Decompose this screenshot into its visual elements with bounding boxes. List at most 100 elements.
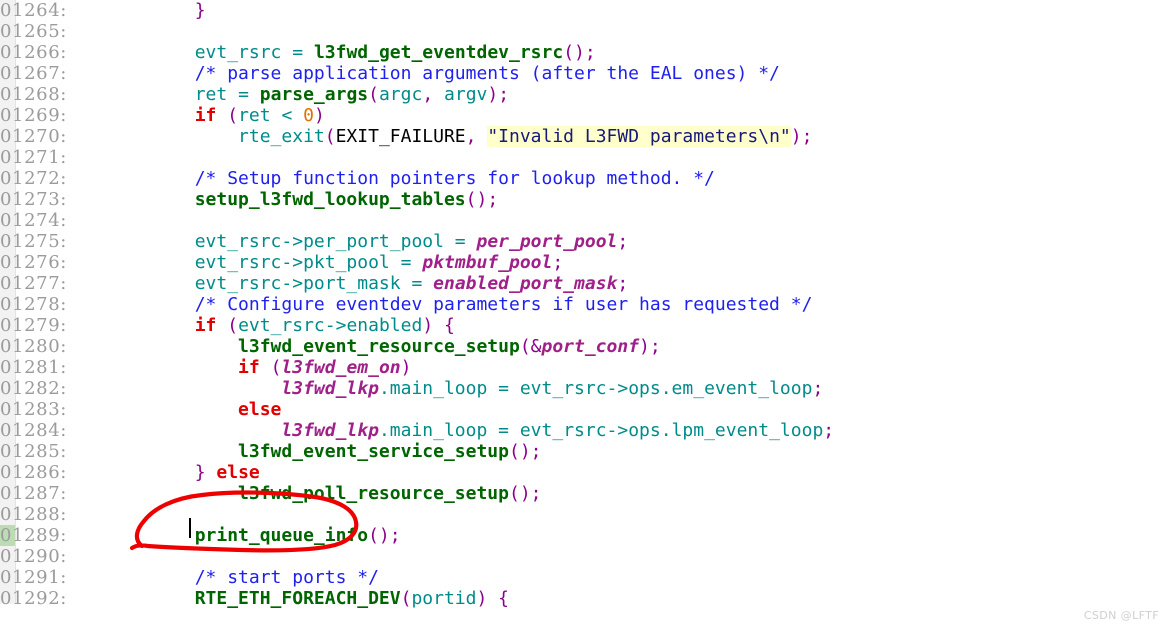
- code-text[interactable]: l3fwd_event_resource_setup(&port_conf);: [108, 336, 661, 357]
- code-line[interactable]: 01273: setup_l3fwd_lookup_tables();: [0, 189, 1167, 210]
- line-number: 01281:: [0, 357, 67, 378]
- code-text[interactable]: else: [108, 399, 281, 420]
- code-line[interactable]: 01292: RTE_ETH_FOREACH_DEV(portid) {: [0, 588, 1167, 609]
- code-line[interactable]: 01265:: [0, 21, 1167, 42]
- token-punc: ,: [465, 126, 477, 147]
- code-line[interactable]: 01277: evt_rsrc->port_mask = enabled_por…: [0, 273, 1167, 294]
- code-text[interactable]: /* Setup function pointers for lookup me…: [108, 168, 715, 189]
- line-number: 01279:: [0, 315, 67, 336]
- code-line-list[interactable]: 01264: } 01265: 01266: evt_rsrc = l3fwd_ge…: [0, 0, 1167, 609]
- code-line[interactable]: 01282: l3fwd_lkp.main_loop = evt_rsrc->o…: [0, 378, 1167, 399]
- token-var: =: [292, 42, 304, 63]
- code-line[interactable]: 01278: /* Configure eventdev parameters …: [0, 294, 1167, 315]
- token-num: 0: [303, 105, 314, 126]
- code-text[interactable]: /* Configure eventdev parameters if user…: [108, 294, 813, 315]
- code-line[interactable]: 01271:: [0, 147, 1167, 168]
- code-line[interactable]: 01284: l3fwd_lkp.main_loop = evt_rsrc->o…: [0, 420, 1167, 441]
- code-text[interactable]: if (ret < 0): [108, 105, 325, 126]
- token-func: RTE_ETH_FOREACH_DEV: [194, 588, 401, 609]
- code-line[interactable]: 01274:: [0, 210, 1167, 231]
- line-number: 01270:: [0, 126, 67, 147]
- code-line[interactable]: 01280: l3fwd_event_resource_setup(&port_…: [0, 336, 1167, 357]
- code-text[interactable]: evt_rsrc = l3fwd_get_eventdev_rsrc();: [108, 42, 596, 63]
- code-line[interactable]: 01276: evt_rsrc->pkt_pool = pktmbuf_pool…: [0, 252, 1167, 273]
- code-line[interactable]: 01272: /* Setup function pointers for lo…: [0, 168, 1167, 189]
- code-text[interactable]: l3fwd_lkp.main_loop = evt_rsrc->ops.em_e…: [108, 378, 823, 399]
- line-number: 01273:: [0, 189, 67, 210]
- code-line[interactable]: 01270: rte_exit(EXIT_FAILURE, "Invalid L…: [0, 126, 1167, 147]
- code-line[interactable]: 01291: /* start ports */: [0, 567, 1167, 588]
- code-line[interactable]: 01267: /* parse application arguments (a…: [0, 63, 1167, 84]
- token-punc: ): [476, 588, 488, 609]
- token-var: evt_rsrc->ops.lpm_event_loop: [519, 420, 824, 441]
- line-number: 01266:: [0, 42, 67, 63]
- code-text[interactable]: l3fwd_poll_resource_setup();: [108, 483, 541, 504]
- code-line[interactable]: 01264: }: [0, 0, 1167, 21]
- code-text[interactable]: } else: [108, 462, 260, 483]
- code-text[interactable]: print_queue_info();: [108, 525, 401, 546]
- token-var: =: [400, 252, 412, 273]
- token-func: l3fwd_event_resource_setup: [238, 336, 520, 357]
- line-number: 01292:: [0, 588, 67, 609]
- token-punc: (: [227, 105, 239, 126]
- code-text[interactable]: }: [108, 0, 206, 21]
- code-text[interactable]: evt_rsrc->per_port_pool = per_port_pool;: [108, 231, 629, 252]
- code-text[interactable]: /* parse application arguments (after th…: [108, 63, 780, 84]
- code-text[interactable]: /* start ports */: [108, 567, 379, 588]
- token-key: else: [238, 399, 282, 420]
- code-text[interactable]: rte_exit(EXIT_FAILURE, "Invalid L3FWD pa…: [108, 126, 812, 147]
- token-func: setup_l3fwd_lookup_tables: [194, 189, 466, 210]
- token-punc: }: [194, 0, 206, 21]
- token-punc: ;: [617, 273, 629, 294]
- code-line[interactable]: 01269: if (ret < 0): [0, 105, 1167, 126]
- token-punc: ;: [812, 378, 824, 399]
- token-punc: ): [422, 315, 434, 336]
- code-line[interactable]: 01275: evt_rsrc->per_port_pool = per_por…: [0, 231, 1167, 252]
- code-line[interactable]: 01281: if (l3fwd_em_on): [0, 357, 1167, 378]
- code-text[interactable]: ret = parse_args(argc, argv);: [108, 84, 509, 105]
- code-text[interactable]: RTE_ETH_FOREACH_DEV(portid) {: [108, 588, 509, 609]
- token-comment: /* Configure eventdev parameters if user…: [194, 294, 813, 315]
- code-text[interactable]: if (l3fwd_em_on): [108, 357, 411, 378]
- token-punc: );: [487, 84, 510, 105]
- code-text[interactable]: setup_l3fwd_lookup_tables();: [108, 189, 498, 210]
- code-line[interactable]: 01268: ret = parse_args(argc, argv);: [0, 84, 1167, 105]
- line-number: 01280:: [0, 336, 67, 357]
- code-text[interactable]: evt_rsrc->pkt_pool = pktmbuf_pool;: [108, 252, 564, 273]
- code-line[interactable]: 01266: evt_rsrc = l3fwd_get_eventdev_rsr…: [0, 42, 1167, 63]
- token-punc: {: [444, 315, 455, 336]
- code-line[interactable]: 01287: l3fwd_poll_resource_setup();: [0, 483, 1167, 504]
- code-line[interactable]: 01283: else: [0, 399, 1167, 420]
- code-line[interactable]: 01290:: [0, 546, 1167, 567]
- code-text[interactable]: l3fwd_lkp.main_loop = evt_rsrc->ops.lpm_…: [108, 420, 834, 441]
- code-line[interactable]: 01286: } else: [0, 462, 1167, 483]
- code-text[interactable]: if (evt_rsrc->enabled) {: [108, 315, 455, 336]
- code-text[interactable]: evt_rsrc->port_mask = enabled_port_mask;: [108, 273, 629, 294]
- code-line[interactable]: 01285: l3fwd_event_service_setup();: [0, 441, 1167, 462]
- token-gvar: port_conf: [541, 336, 640, 357]
- code-line[interactable]: 01289: print_queue_info();: [0, 525, 1167, 546]
- token-punc: ): [400, 357, 412, 378]
- line-number: 01277:: [0, 273, 67, 294]
- code-line[interactable]: 01279: if (evt_rsrc->enabled) {: [0, 315, 1167, 336]
- code-text[interactable]: l3fwd_event_service_setup();: [108, 441, 542, 462]
- token-punc: ;: [617, 231, 629, 252]
- token-gvar: pktmbuf_pool: [422, 252, 553, 273]
- token-key: if: [194, 315, 217, 336]
- code-line[interactable]: 01288:: [0, 504, 1167, 525]
- token-key: if: [238, 357, 260, 378]
- token-punc: ();: [508, 441, 542, 462]
- token-punc: (: [227, 315, 239, 336]
- token-var: evt_rsrc->ops.em_event_loop: [519, 378, 813, 399]
